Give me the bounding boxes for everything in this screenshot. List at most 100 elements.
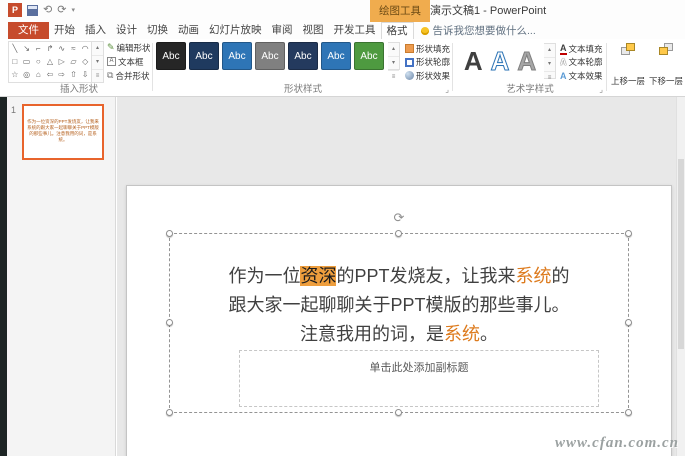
window-title: 演示文稿1 - PowerPoint <box>430 5 547 17</box>
shape-glyph[interactable]: ◇ <box>79 55 91 68</box>
tab-animations[interactable]: 动画 <box>173 22 204 39</box>
tab-design[interactable]: 设计 <box>111 22 142 39</box>
text-outline-button[interactable]: A 文本轮廓 ▾ <box>560 56 604 69</box>
scroll-down-icon[interactable]: ▾ <box>92 55 103 69</box>
rotate-handle-icon[interactable]: ⟳ <box>394 210 405 226</box>
scroll-up-icon[interactable]: ▴ <box>544 44 555 57</box>
group-shape-styles: AbcAbcAbcAbcAbcAbcAbc ▴ ▾ ≡ 形状填充 ▾ 形状轮廓 … <box>156 41 450 95</box>
group-label-wordart-styles: 艺术字样式 <box>506 84 554 95</box>
selection-handle-bottom-left[interactable] <box>166 409 173 416</box>
shape-style-thumb[interactable]: Abc <box>255 42 285 70</box>
tab-view[interactable]: 视图 <box>298 22 329 39</box>
shape-glyph[interactable]: ⇧ <box>68 68 80 81</box>
subtitle-prompt: 单击此处添加副标题 <box>369 362 469 374</box>
group-arrange: 上移一层 下移一层 <box>610 41 685 95</box>
tab-transitions[interactable]: 切换 <box>142 22 173 39</box>
wordart-style-thumb[interactable]: A <box>517 48 537 75</box>
shape-glyph[interactable]: ☆ <box>9 68 21 81</box>
scroll-down-icon[interactable]: ▾ <box>388 56 399 70</box>
bring-forward-button[interactable]: 上移一层 <box>610 43 646 87</box>
shape-glyph[interactable]: □ <box>9 55 21 68</box>
shape-glyph[interactable]: ↱ <box>44 42 56 55</box>
shape-glyph[interactable]: ▱ <box>68 55 80 68</box>
shape-glyph[interactable]: ⌂ <box>32 68 44 81</box>
undo-icon[interactable]: ⟲ <box>43 3 52 17</box>
shape-glyph[interactable]: ▭ <box>21 55 33 68</box>
group-separator <box>452 43 453 91</box>
shape-outline-button[interactable]: 形状轮廓 ▾ <box>405 56 450 69</box>
text-box-button[interactable]: A 文本框 <box>107 55 150 68</box>
wordart-style-thumb[interactable]: A <box>490 48 510 75</box>
scroll-up-icon[interactable]: ▴ <box>92 42 103 55</box>
tab-file[interactable]: 文件 <box>8 22 49 39</box>
shape-glyph[interactable]: ∿ <box>56 42 68 55</box>
slide[interactable]: ⟳ 作为一位资深的PPT发烧友，让我来系统的 跟大家一起聊聊关于PPT模版的那些事… <box>126 185 672 456</box>
shape-outline-icon <box>405 57 414 67</box>
send-backward-button[interactable]: 下移一层 <box>648 43 684 87</box>
group-separator <box>606 43 607 91</box>
shape-fill-label: 形状填充 <box>416 43 450 54</box>
shape-style-thumb[interactable]: Abc <box>222 42 252 70</box>
subtitle-placeholder[interactable]: 单击此处添加副标题 <box>239 350 599 407</box>
left-edge-strip <box>0 97 7 456</box>
shape-style-thumb[interactable]: Abc <box>189 42 219 70</box>
shape-style-thumb[interactable]: Abc <box>288 42 318 70</box>
selection-handle-bottom-middle[interactable] <box>395 409 402 416</box>
shape-glyph[interactable]: ◎ <box>21 68 33 81</box>
shape-glyph[interactable]: ⇨ <box>56 68 68 81</box>
shape-fill-button[interactable]: 形状填充 ▾ <box>405 42 450 55</box>
lightbulb-icon <box>420 26 429 35</box>
tab-insert[interactable]: 插入 <box>80 22 111 39</box>
title-text-segment: 的PPT发烧友，让我来 <box>336 266 516 286</box>
wordart-gallery-scrollbar[interactable]: ▴ ▾ ≡ <box>544 43 556 81</box>
dialog-launcher-icon[interactable]: ⌟ <box>445 86 449 94</box>
shape-gallery-scrollbar[interactable]: ▴ ▾ ≡ <box>92 41 104 83</box>
selection-handle-bottom-right[interactable] <box>625 409 632 416</box>
dialog-launcher-icon[interactable]: ⌟ <box>599 86 603 94</box>
shape-glyph[interactable]: ◠ <box>79 42 91 55</box>
text-outline-icon: A <box>560 57 567 67</box>
edit-shape-button[interactable]: ✎ 编辑形状 ▾ <box>107 41 150 54</box>
shape-glyph[interactable]: ⇦ <box>44 68 56 81</box>
shape-style-thumb[interactable]: Abc <box>321 42 351 70</box>
shape-glyph[interactable]: ⌐ <box>32 42 44 55</box>
selection-handle-top-right[interactable] <box>625 230 632 237</box>
title-placeholder[interactable]: ⟳ 作为一位资深的PPT发烧友，让我来系统的 跟大家一起聊聊关于PPT模版的那些事… <box>166 210 632 416</box>
tab-review[interactable]: 审阅 <box>267 22 298 39</box>
tab-format[interactable]: 格式 <box>380 22 414 39</box>
wordart-style-thumb[interactable]: A <box>464 48 483 74</box>
tell-me-box[interactable]: 告诉我您想要做什么... <box>414 22 543 39</box>
text-fill-button[interactable]: A 文本填充 ▾ <box>560 42 604 55</box>
shape-glyph[interactable]: ╲ <box>9 42 21 55</box>
qat-customize-dropdown-icon[interactable]: ▾ <box>71 6 75 14</box>
save-icon[interactable] <box>27 4 38 16</box>
shape-glyph[interactable]: △ <box>44 55 56 68</box>
scroll-up-icon[interactable]: ▴ <box>388 43 399 56</box>
tab-developer[interactable]: 开发工具 <box>329 22 381 39</box>
title-text-line: 跟大家一起聊聊关于PPT模版的那些事儿。 <box>170 291 628 320</box>
shape-glyph[interactable]: ↘ <box>21 42 33 55</box>
tell-me-label: 告诉我您想要做什么... <box>432 25 536 37</box>
shape-style-thumb[interactable]: Abc <box>354 42 384 70</box>
redo-icon[interactable]: ⟳ <box>57 3 66 17</box>
shape-glyph[interactable]: ○ <box>32 55 44 68</box>
shape-glyph[interactable]: ▷ <box>56 55 68 68</box>
shape-style-thumb[interactable]: Abc <box>156 42 186 70</box>
selection-handle-top-left[interactable] <box>166 230 173 237</box>
edit-shape-icon: ✎ <box>107 42 115 52</box>
shape-styles-buttons: 形状填充 ▾ 形状轮廓 ▾ 形状效果 ▾ <box>405 42 450 82</box>
shape-glyph[interactable]: ⇩ <box>79 68 91 81</box>
slide-thumbnail[interactable]: 作为一位资深的PPT发烧友，让我来系统的跟大家一起聊聊关于PPT模版的那些事儿。… <box>22 104 104 160</box>
shape-style-gallery-scrollbar[interactable]: ▴ ▾ ≡ <box>388 42 400 80</box>
tab-slideshow[interactable]: 幻灯片放映 <box>204 22 267 39</box>
scrollbar-thumb[interactable] <box>678 159 684 349</box>
vertical-scrollbar[interactable] <box>676 97 685 456</box>
shape-effects-label: 形状效果 <box>416 70 450 81</box>
selection-handle-top-middle[interactable] <box>395 230 402 237</box>
scroll-down-icon[interactable]: ▾ <box>544 57 555 71</box>
bring-forward-label: 上移一层 <box>610 76 645 86</box>
tab-home[interactable]: 开始 <box>49 22 80 39</box>
shape-glyph[interactable]: ≈ <box>68 42 80 55</box>
powerpoint-icon[interactable]: P <box>8 3 22 17</box>
slide-title-text[interactable]: 作为一位资深的PPT发烧友，让我来系统的 跟大家一起聊聊关于PPT模版的那些事儿。… <box>170 262 628 349</box>
